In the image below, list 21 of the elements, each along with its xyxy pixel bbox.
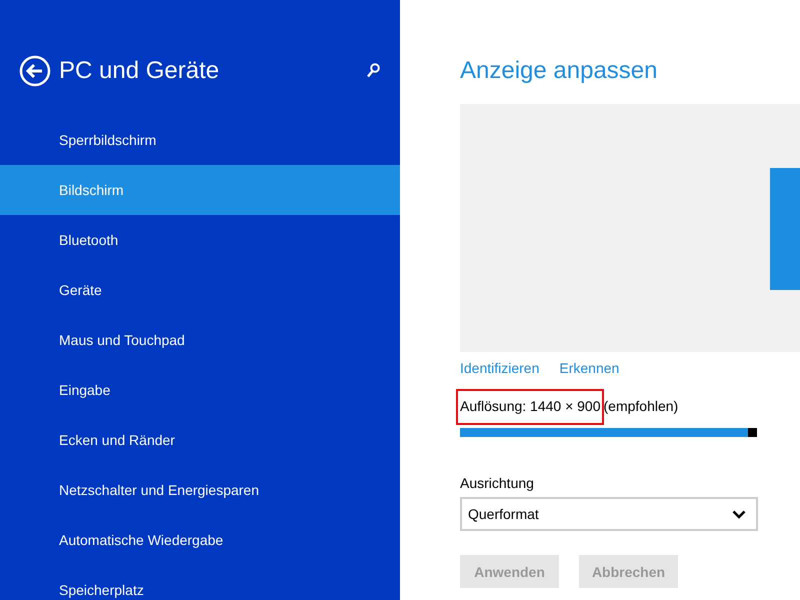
chevron-icon xyxy=(732,510,746,518)
resolution-note: (empfohlen) xyxy=(604,398,678,414)
sidebar-item[interactable]: Geräte xyxy=(0,265,400,315)
back-icon[interactable] xyxy=(19,55,51,87)
sidebar-item[interactable]: Maus und Touchpad xyxy=(0,315,400,365)
sidebar-title: PC und Geräte xyxy=(59,57,220,85)
sidebar-item[interactable]: Automatische Wiedergabe xyxy=(0,515,400,565)
search-icon[interactable] xyxy=(366,63,380,79)
orientation-label: Ausrichtung xyxy=(460,475,535,491)
page-title: Anzeige anpassen xyxy=(460,57,658,86)
slider-thumb[interactable] xyxy=(748,428,757,437)
resolution-slider[interactable] xyxy=(460,428,757,437)
orientation-dropdown[interactable]: Querformat xyxy=(460,497,758,531)
sidebar-item[interactable]: Sperrbildschirm xyxy=(0,115,400,165)
sidebar-item[interactable]: Bluetooth xyxy=(0,215,400,265)
sidebar-item[interactable]: Eingabe xyxy=(0,365,400,415)
sidebar-item[interactable]: Speicherplatz xyxy=(0,565,400,600)
resolution-label: Auflösung: 1440 × 900 xyxy=(460,398,601,414)
sidebar-item[interactable]: Ecken und Ränder xyxy=(0,415,400,465)
monitor-tile[interactable] xyxy=(770,168,800,290)
sidebar-item[interactable]: Netzschalter und Energiesparen xyxy=(0,465,400,515)
